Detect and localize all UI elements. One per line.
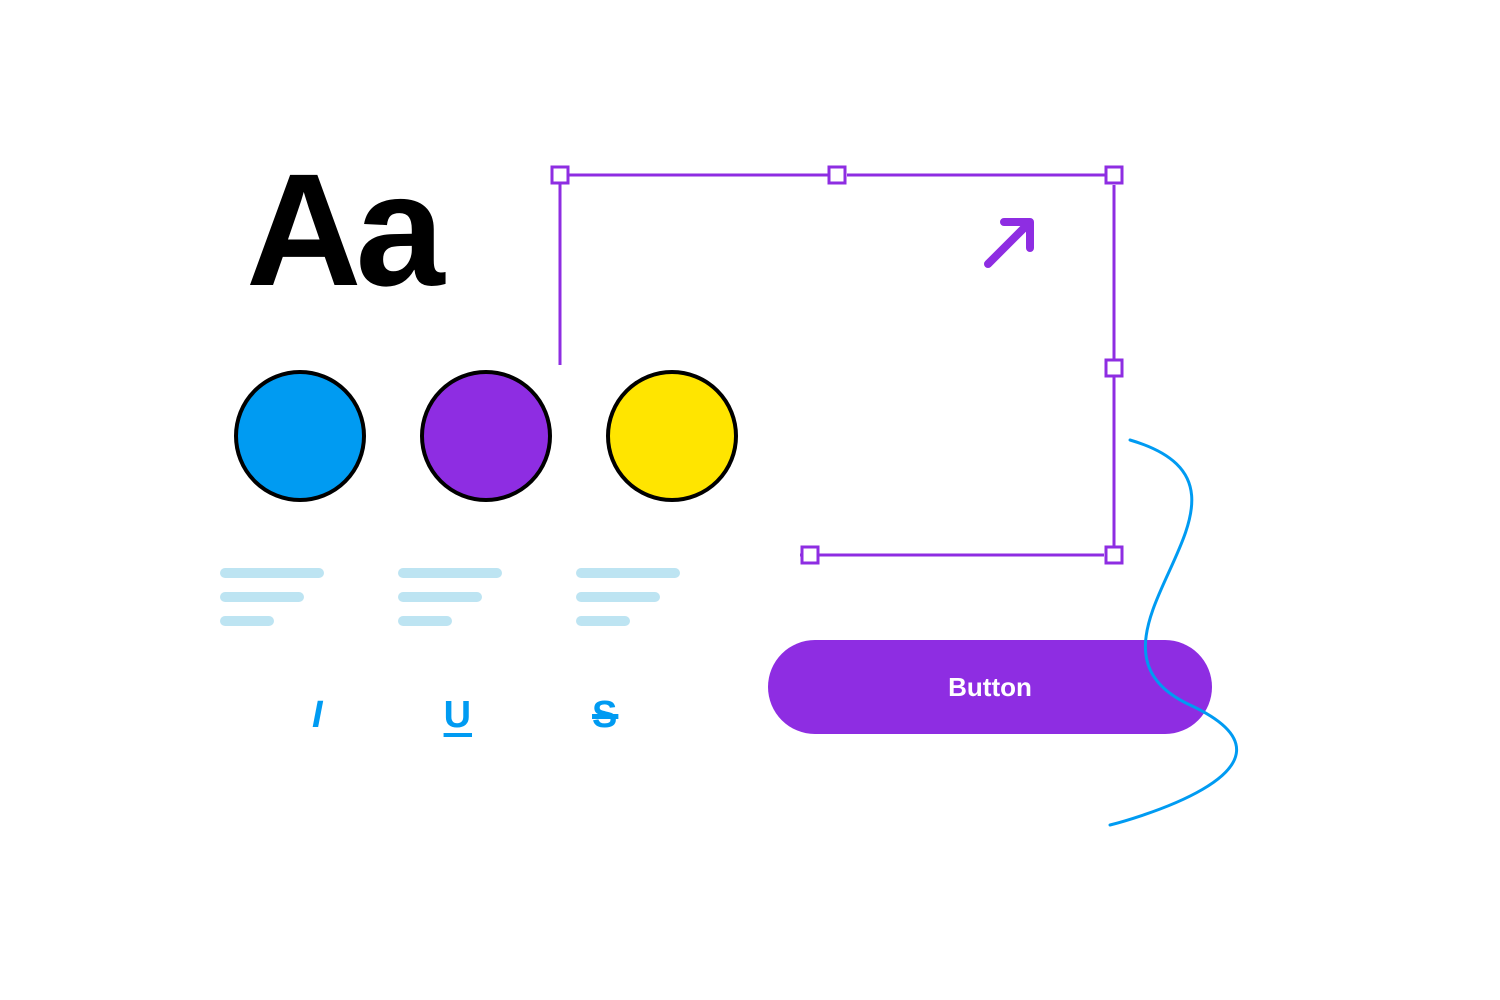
underline-style-glyph[interactable]: U [444, 694, 472, 737]
color-swatch-blue[interactable] [234, 370, 366, 502]
text-line [398, 592, 482, 602]
sample-button[interactable]: Button [768, 640, 1212, 734]
text-line [220, 616, 274, 626]
text-align-left-3[interactable] [576, 568, 680, 626]
text-align-left-2[interactable] [398, 568, 502, 626]
arrow-up-right-icon [974, 208, 1044, 283]
text-line [576, 616, 630, 626]
typography-sample: Aa [246, 150, 439, 310]
text-line [398, 616, 452, 626]
text-align-left[interactable] [220, 568, 324, 626]
italic-style-glyph[interactable]: I [312, 694, 324, 737]
text-style-row: I U S [312, 694, 618, 737]
design-canvas: Aa I U S [80, 40, 1420, 940]
color-swatch-purple[interactable] [420, 370, 552, 502]
text-alignment-row [220, 568, 680, 626]
button-label: Button [948, 672, 1032, 703]
text-line [220, 592, 304, 602]
strikethrough-style-glyph[interactable]: S [592, 694, 618, 737]
text-line [576, 568, 680, 578]
text-line [220, 568, 324, 578]
text-line [398, 568, 502, 578]
text-line [576, 592, 660, 602]
